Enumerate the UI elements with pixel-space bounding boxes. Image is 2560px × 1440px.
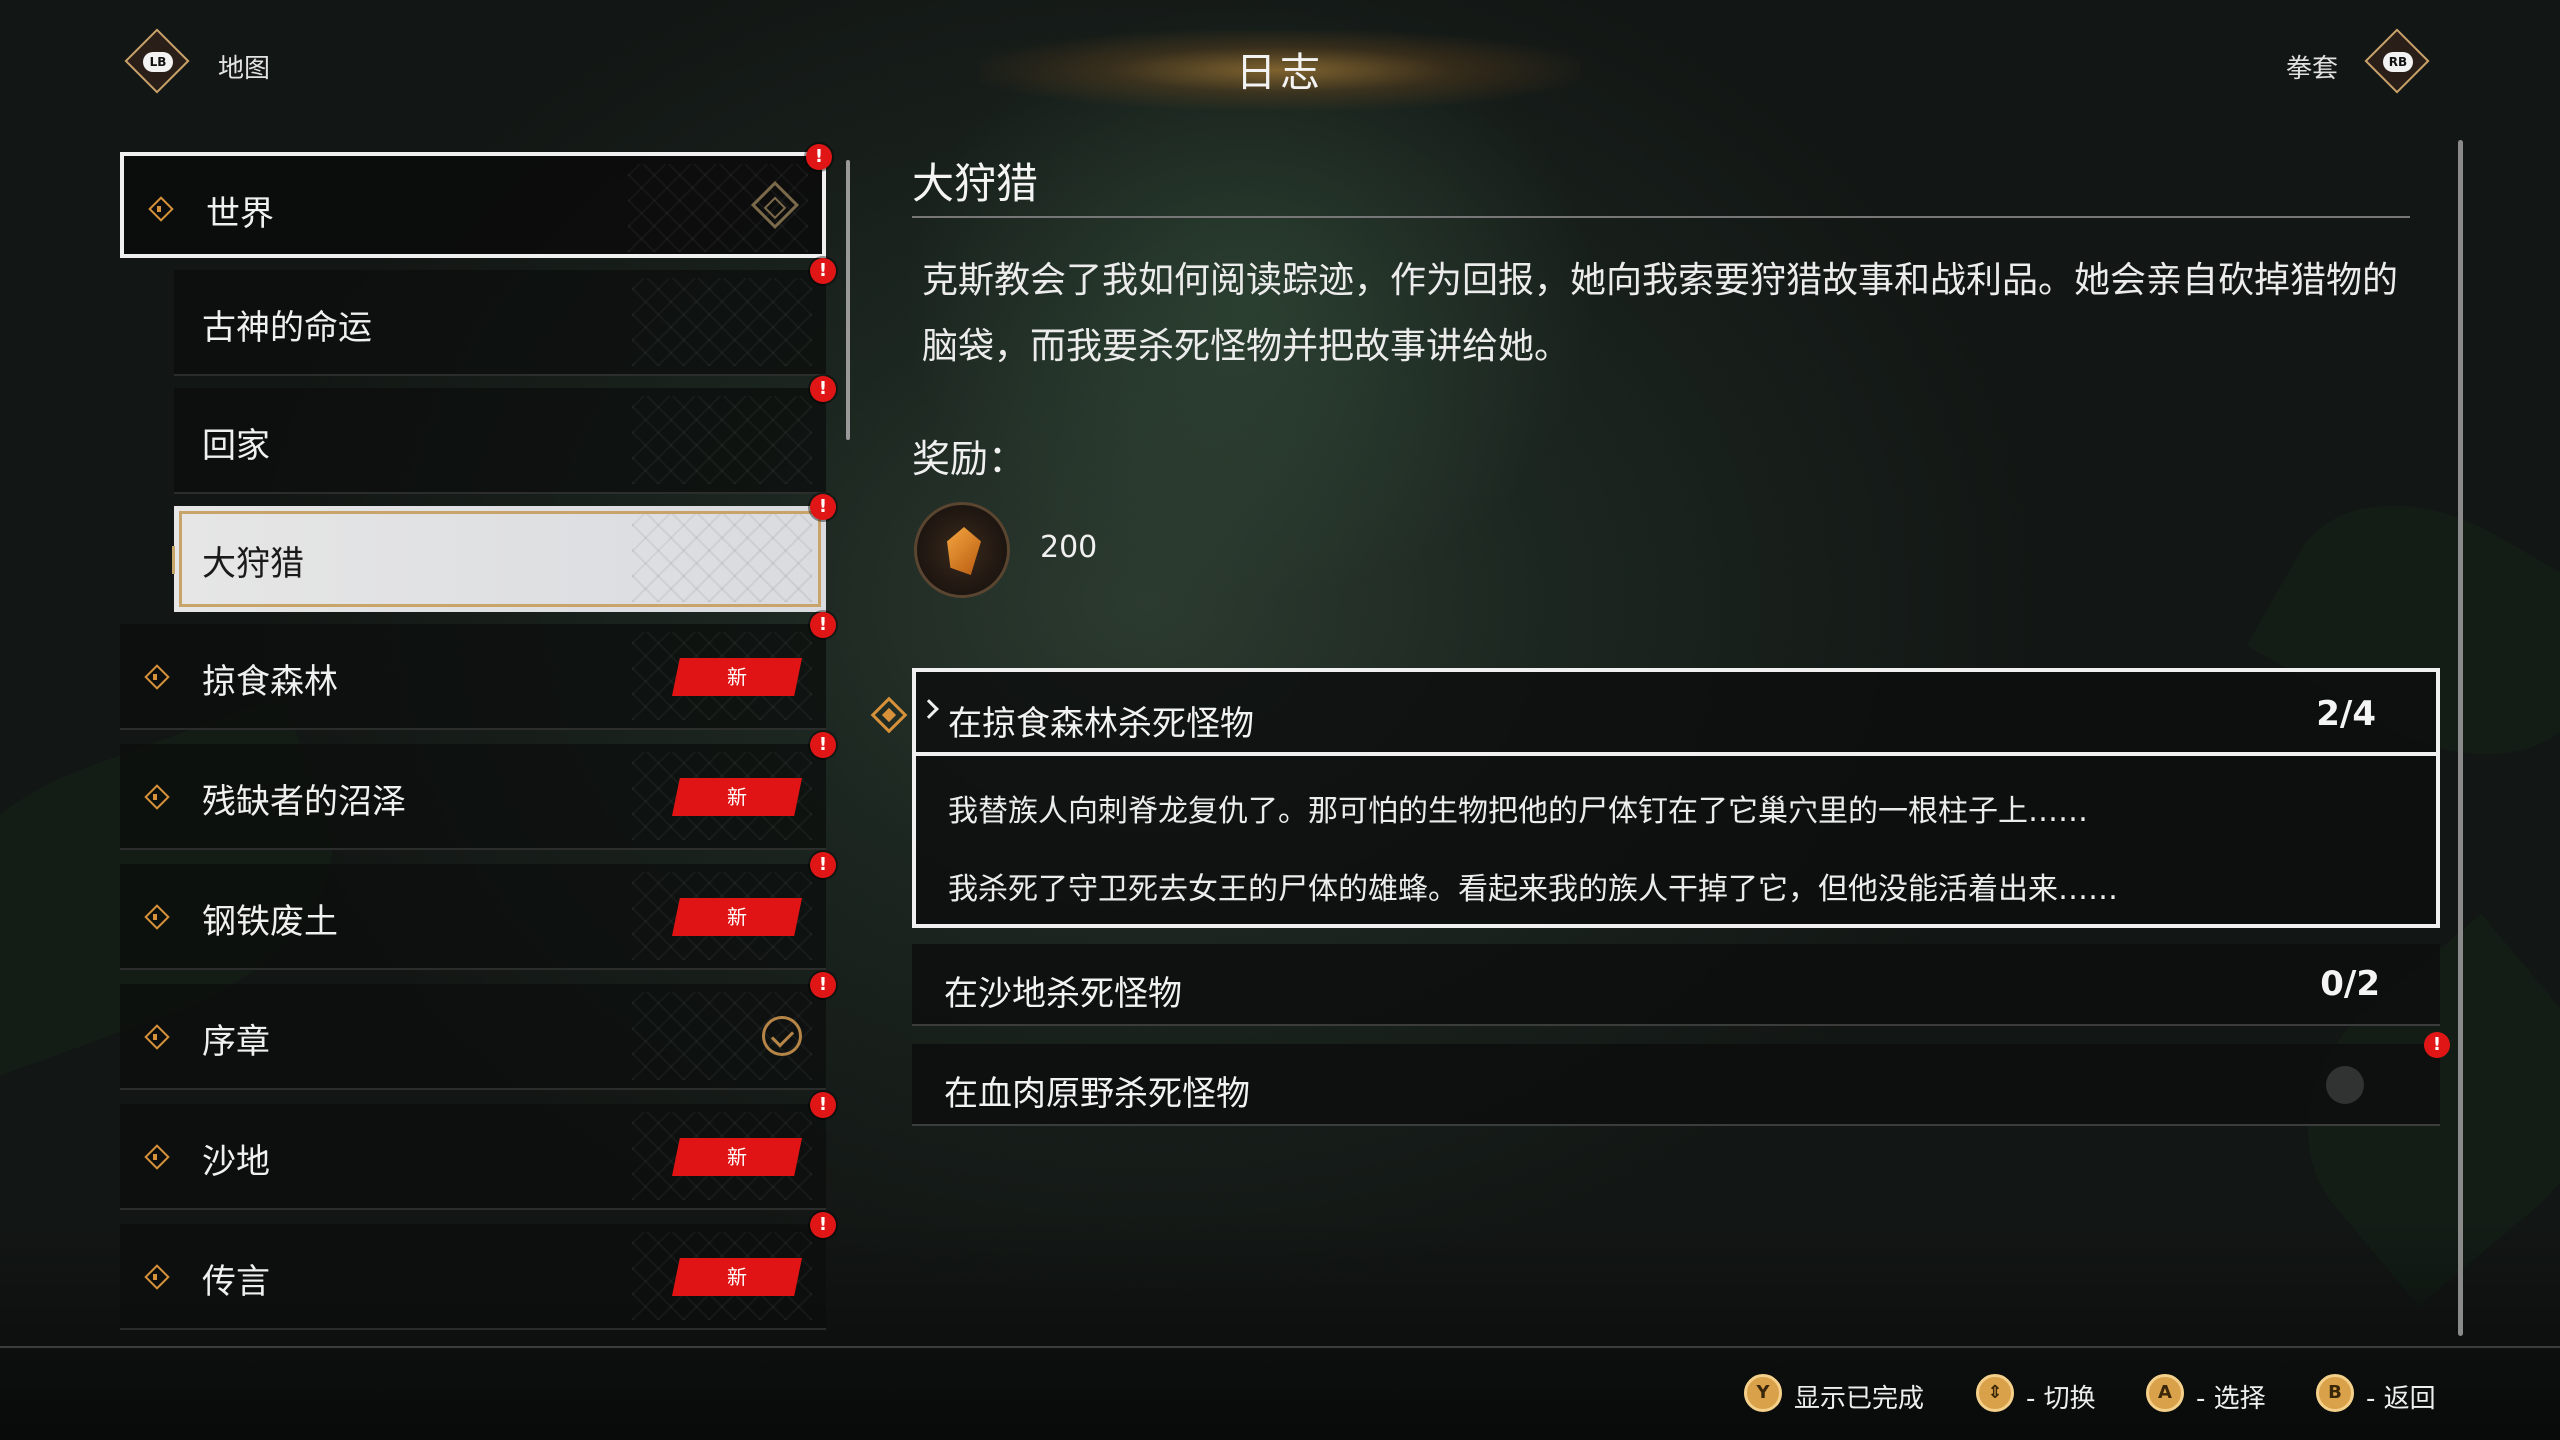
category-fate-of-old-gods[interactable]: 古神的命运 !: [174, 258, 836, 376]
new-badge: 新: [672, 898, 802, 936]
dpad-icon: ⇕: [1976, 1374, 2014, 1412]
quest-marker-icon: [146, 1020, 164, 1054]
quest-marker-icon: [146, 1260, 164, 1294]
decorative-pattern: [632, 514, 812, 602]
category-great-hunt[interactable]: 大狩猎 !: [172, 494, 836, 612]
amber-gem-icon: [914, 502, 1010, 598]
category-iron-wasteland[interactable]: 钢铁废土 新 !: [120, 852, 836, 970]
category-predator-forest[interactable]: 掠食森林 新 !: [120, 612, 836, 730]
alert-icon: !: [810, 1212, 836, 1238]
category-going-home[interactable]: 回家 !: [174, 376, 836, 494]
rb-button-label: RB: [2383, 52, 2413, 72]
quest-description: 克斯教会了我如何阅读踪迹，作为回报，她向我索要狩猎故事和战利品。她会亲自砍掉猎物…: [922, 260, 2399, 367]
category-label: 回家: [202, 426, 270, 466]
alert-icon: !: [810, 258, 836, 284]
category-label: 残缺者的沼泽: [202, 782, 406, 822]
objective-expanded[interactable]: 在掠食森林杀死怪物 2/4 我替族人向刺脊龙复仇了。那可怕的生物把他的尸体钉在了…: [870, 668, 2440, 928]
gem-shape: [947, 527, 981, 575]
alert-icon: !: [810, 732, 836, 758]
category-label: 钢铁废土: [202, 902, 338, 942]
objective-header[interactable]: 在掠食森林杀死怪物 2/4: [916, 672, 2436, 756]
selection-arrow-icon: [172, 546, 188, 574]
alert-icon: !: [810, 376, 836, 402]
objective-name: 在沙地杀死怪物: [944, 974, 1182, 1014]
alert-icon: !: [810, 494, 836, 520]
objective-entry: 我杀死了守卫死去女王的尸体的雄蜂。看起来我的族人干掉了它，但他没能活着出来……: [948, 872, 2118, 907]
y-button-icon: Y: [1744, 1374, 1782, 1412]
chevron-right-icon: [919, 699, 939, 719]
new-badge: 新: [672, 778, 802, 816]
quest-marker-icon: [146, 660, 164, 694]
title-divider: [912, 216, 2410, 218]
hint-label: 显示已完成: [1794, 1384, 1925, 1414]
lb-button-label: LB: [143, 52, 173, 72]
alert-icon: !: [810, 852, 836, 878]
quest-marker-icon: [146, 900, 164, 934]
category-swamp-of-the-maimed[interactable]: 残缺者的沼泽 新 !: [120, 732, 836, 850]
hint-label: - 返回: [2366, 1384, 2436, 1414]
alert-icon: !: [2424, 1032, 2450, 1058]
status-circle-icon: [2326, 1066, 2364, 1104]
objective-name: 在掠食森林杀死怪物: [948, 704, 1254, 744]
category-label: 序章: [202, 1022, 270, 1062]
new-badge: 新: [672, 1258, 802, 1296]
category-label: 古神的命运: [202, 308, 372, 348]
gauntlet-tab-label[interactable]: 拳套: [2286, 48, 2338, 85]
category-sandlands[interactable]: 沙地 新 !: [120, 1092, 836, 1210]
category-label: 世界: [206, 194, 274, 234]
alert-icon: !: [810, 612, 836, 638]
objective-name: 在血肉原野杀死怪物: [944, 1074, 1250, 1114]
selection-pointer-icon: [870, 696, 908, 734]
alert-icon: !: [806, 144, 832, 170]
objective-flesh-fields[interactable]: 在血肉原野杀死怪物 !: [912, 1032, 2450, 1126]
quest-marker-icon: [146, 1140, 164, 1174]
category-label: 掠食森林: [202, 662, 338, 702]
list-scrollbar[interactable]: [846, 160, 850, 440]
category-rumors[interactable]: 传言 新 !: [120, 1212, 836, 1330]
quest-title: 大狩猎: [912, 159, 1039, 208]
quest-marker-icon: [150, 192, 168, 226]
category-prologue[interactable]: 序章 !: [120, 972, 836, 1090]
a-button-icon: A: [2146, 1374, 2184, 1412]
map-tab-label[interactable]: 地图: [218, 48, 270, 85]
category-label: 大狩猎: [202, 544, 304, 584]
reward-value: 200: [1040, 530, 1098, 565]
decorative-pattern: [632, 396, 812, 484]
decorative-pattern: [632, 278, 812, 366]
page-title: 日志: [1236, 50, 1324, 96]
objective-sandlands[interactable]: 在沙地杀死怪物 0/2: [912, 944, 2440, 1026]
b-button-icon: B: [2316, 1374, 2354, 1412]
reward-label: 奖励：: [912, 437, 1027, 481]
alert-icon: !: [810, 972, 836, 998]
category-world[interactable]: 世界 !: [120, 144, 832, 258]
category-label: 传言: [202, 1262, 270, 1302]
objective-progress: 2/4: [2316, 694, 2376, 734]
quest-marker-icon: [146, 780, 164, 814]
alert-icon: !: [810, 1092, 836, 1118]
category-label: 沙地: [202, 1142, 270, 1182]
new-badge: 新: [672, 1138, 802, 1176]
objective-progress: 0/2: [2320, 964, 2380, 1004]
hint-label: - 选择: [2196, 1384, 2266, 1414]
completed-check-icon: [762, 1016, 802, 1056]
hint-label: - 切换: [2026, 1384, 2096, 1414]
new-badge: 新: [672, 658, 802, 696]
footer-divider: [0, 1346, 2560, 1348]
rb-button[interactable]: RB: [2364, 28, 2430, 94]
detail-scrollbar[interactable]: [2458, 140, 2463, 1336]
lb-button[interactable]: LB: [124, 28, 190, 94]
objective-entry: 我替族人向刺脊龙复仇了。那可怕的生物把他的尸体钉在了它巢穴里的一根柱子上……: [948, 794, 2088, 829]
